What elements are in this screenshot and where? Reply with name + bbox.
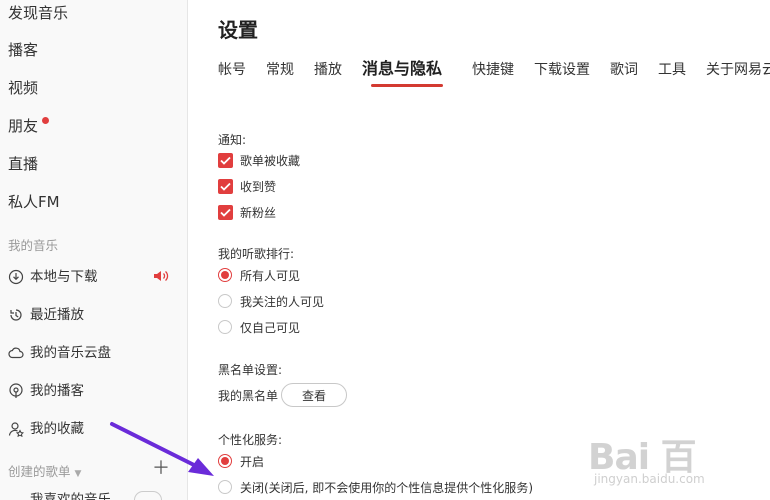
- radio-ranking-everyone[interactable]: 所有人可见: [218, 266, 300, 284]
- checkbox-checked-icon: [218, 178, 233, 194]
- sidebar: 发现音乐 播客 视频 朋友 直播 私人FM 我的音乐 本地与下载 最近播放 我的…: [0, 0, 188, 500]
- nav-podcast[interactable]: 播客: [8, 38, 38, 62]
- created-playlists-title: 创建的歌单: [8, 464, 71, 479]
- baidu-watermark: Bai 百 jingyan.baidu.com: [588, 428, 768, 498]
- checkbox-checked-icon: [218, 204, 233, 220]
- personalize-label: 个性化服务:: [218, 433, 283, 447]
- heartbeat-mode-button[interactable]: [134, 491, 162, 500]
- download-icon: [8, 269, 24, 285]
- radio-unselected-icon: [218, 320, 232, 334]
- tab-tools[interactable]: 工具: [658, 58, 686, 82]
- tab-messages-privacy[interactable]: 消息与隐私: [362, 57, 442, 81]
- checkbox-label: 新粉丝: [240, 205, 277, 220]
- checkbox-label: 歌单被收藏: [240, 153, 301, 168]
- sidebar-item-label: 我的音乐云盘: [30, 345, 111, 361]
- nav-friends[interactable]: 朋友: [8, 114, 38, 138]
- sidebar-item-liked-music[interactable]: 我喜欢的音乐: [8, 489, 111, 500]
- sidebar-item-recent-play[interactable]: 最近播放: [8, 304, 84, 326]
- sidebar-item-label: 我的播客: [30, 383, 84, 399]
- checkbox-new-followers[interactable]: 新粉丝: [218, 203, 276, 221]
- tab-shortcuts[interactable]: 快捷键: [472, 58, 514, 82]
- podcast-icon: [9, 383, 23, 398]
- sidebar-item-music-cloud[interactable]: 我的音乐云盘: [8, 342, 111, 364]
- sidebar-item-label: 我的收藏: [30, 421, 84, 437]
- sidebar-item-local-download[interactable]: 本地与下载: [8, 266, 98, 288]
- radio-label: 开启: [240, 454, 265, 469]
- sidebar-item-my-collection[interactable]: 我的收藏: [8, 418, 84, 440]
- tab-playback[interactable]: 播放: [314, 58, 342, 82]
- active-tab-underline: [371, 84, 443, 87]
- radio-personalize-off[interactable]: 关闭(关闭后, 即不会使用你的个性信息提供个性化服务): [218, 478, 533, 496]
- my-blacklist-label: 我的黑名单: [218, 389, 279, 403]
- history-icon: [10, 309, 22, 321]
- friends-notification-dot: [42, 117, 49, 124]
- sidebar-item-label: 我喜欢的音乐: [30, 492, 111, 500]
- speaker-icon: [154, 271, 169, 281]
- tab-general[interactable]: 常规: [266, 58, 294, 82]
- nav-live[interactable]: 直播: [8, 152, 38, 176]
- watermark-url: jingyan.baidu.com: [594, 472, 705, 486]
- radio-ranking-followed[interactable]: 我关注的人可见: [218, 292, 324, 310]
- sidebar-item-label: 本地与下载: [30, 269, 98, 285]
- caret-down-icon: ▼: [74, 469, 82, 479]
- plus-icon[interactable]: ＋: [152, 459, 170, 479]
- radio-ranking-self-only[interactable]: 仅自己可见: [218, 318, 300, 336]
- cloud-icon: [8, 347, 24, 359]
- page-title: 设置: [218, 18, 258, 42]
- notify-label: 通知:: [218, 133, 247, 147]
- user-star-icon: [8, 422, 24, 437]
- radio-unselected-icon: [218, 294, 232, 308]
- radio-selected-icon: [218, 268, 232, 282]
- nav-personal-fm[interactable]: 私人FM: [8, 190, 60, 214]
- radio-selected-icon: [218, 454, 232, 468]
- radio-label: 我关注的人可见: [240, 294, 325, 309]
- view-blacklist-button[interactable]: 查看: [281, 383, 347, 407]
- radio-label: 仅自己可见: [240, 320, 301, 335]
- blacklist-label: 黑名单设置:: [218, 363, 283, 377]
- nav-discover-music[interactable]: 发现音乐: [8, 1, 68, 25]
- checkbox-checked-icon: [218, 152, 233, 168]
- ranking-label: 我的听歌排行:: [218, 247, 295, 261]
- tab-about[interactable]: 关于网易云: [706, 58, 770, 82]
- tab-lyrics[interactable]: 歌词: [610, 58, 638, 82]
- radio-personalize-on[interactable]: 开启: [218, 452, 264, 470]
- radio-label: 所有人可见: [240, 268, 301, 283]
- radio-unselected-icon: [218, 480, 232, 494]
- sidebar-item-my-podcast[interactable]: 我的播客: [8, 380, 84, 402]
- created-playlists-section[interactable]: 创建的歌单 ▼: [8, 461, 81, 480]
- tab-download-settings[interactable]: 下载设置: [534, 58, 590, 82]
- checkbox-likes-received[interactable]: 收到赞: [218, 177, 276, 195]
- checkbox-playlist-collected[interactable]: 歌单被收藏: [218, 151, 300, 169]
- checkbox-label: 收到赞: [240, 179, 277, 194]
- my-music-section-title: 我的音乐: [8, 238, 59, 253]
- nav-video[interactable]: 视频: [8, 76, 38, 100]
- sidebar-item-label: 最近播放: [30, 307, 84, 323]
- radio-label: 关闭(关闭后, 即不会使用你的个性信息提供个性化服务): [240, 480, 533, 495]
- tab-account[interactable]: 帐号: [218, 58, 246, 82]
